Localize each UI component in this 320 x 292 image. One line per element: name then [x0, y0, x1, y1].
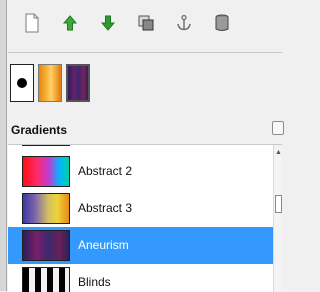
gradient-preview	[22, 156, 70, 187]
tab-menu-button[interactable]	[272, 121, 284, 135]
pattern-swatch[interactable]	[38, 64, 62, 102]
list-item-label: Abstract 3	[78, 201, 133, 215]
list-item-label: Blinds	[78, 275, 111, 289]
gradient-preview	[22, 267, 70, 292]
resource-swatches	[8, 56, 282, 116]
list-item-label: Aneurism	[78, 238, 129, 252]
raise-arrow-icon	[62, 14, 78, 32]
lower-layer-button[interactable]	[96, 10, 120, 36]
scroll-up-arrow-icon[interactable]: ▲	[274, 148, 282, 158]
anchor-layer-button[interactable]	[172, 10, 196, 36]
gradient-preview	[22, 193, 70, 224]
new-layer-button[interactable]	[20, 10, 44, 36]
gradient-swatch[interactable]	[66, 64, 90, 102]
layers-toolbar	[10, 0, 282, 52]
list-item[interactable]: Abstract 3	[8, 190, 273, 227]
list-item-label: Abstract 2	[78, 164, 133, 178]
gradients-header: Gradients	[8, 116, 284, 144]
list-item-selected[interactable]: Aneurism	[8, 227, 273, 264]
duplicate-icon	[137, 14, 155, 32]
lower-arrow-icon	[100, 14, 116, 32]
anchor-icon	[175, 14, 193, 32]
list-scrollbar[interactable]: ▲	[273, 145, 282, 292]
gradient-preview	[22, 230, 70, 261]
list-item[interactable]: Abstract 2	[8, 153, 273, 190]
new-document-icon	[24, 13, 40, 33]
gradients-list[interactable]: Abstract 2 Abstract 3 Aneurism Blinds ▲	[8, 144, 282, 292]
gradients-title: Gradients	[11, 123, 68, 137]
list-item[interactable]: Blinds	[8, 264, 273, 292]
panel-left-border	[0, 0, 7, 291]
gradient-preview	[22, 145, 70, 146]
duplicate-layer-button[interactable]	[134, 10, 158, 36]
scrollbar-thumb[interactable]	[275, 195, 282, 213]
delete-layer-button[interactable]	[210, 10, 234, 36]
foreground-background-swatch[interactable]	[10, 64, 34, 102]
raise-layer-button[interactable]	[58, 10, 82, 36]
toolbar-separator	[8, 52, 282, 53]
list-item[interactable]	[8, 145, 273, 149]
trash-icon	[214, 13, 230, 33]
